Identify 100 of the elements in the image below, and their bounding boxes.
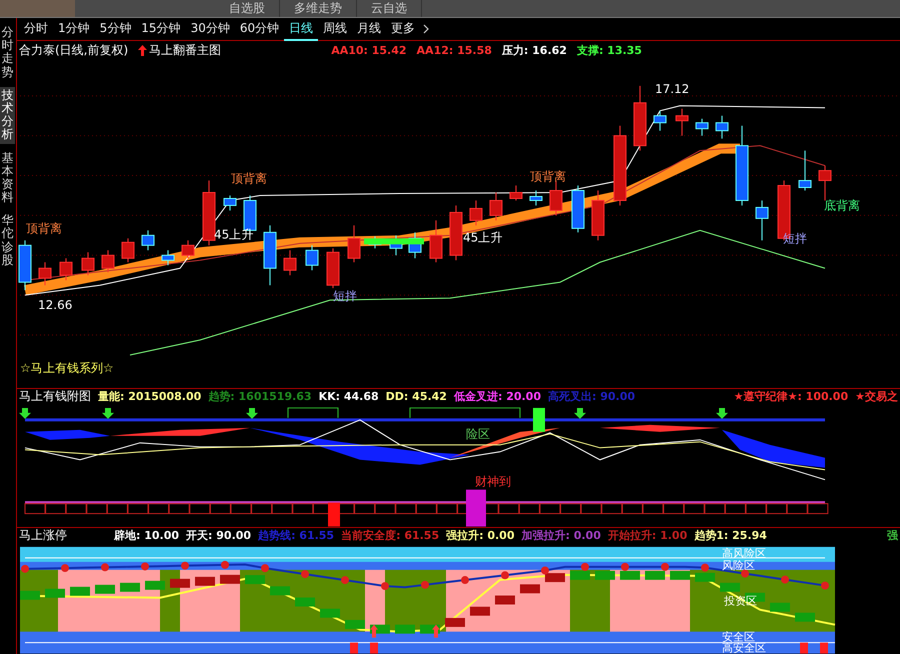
candlestick — [264, 224, 276, 286]
down-arrow-icon — [19, 408, 31, 419]
chart-annotation: 短拌 — [333, 289, 358, 304]
marker-bar — [370, 643, 378, 654]
candlestick — [470, 200, 482, 226]
candlestick — [654, 110, 666, 132]
candlestick — [348, 224, 360, 263]
candlestick — [224, 195, 236, 211]
candlestick — [510, 185, 522, 201]
period-tab[interactable]: 1分钟 — [53, 18, 95, 40]
indicator-value: 辟地: 10.00 — [114, 529, 180, 542]
period-tab[interactable]: 更多 — [386, 18, 420, 40]
side-tab[interactable]: 分时走势 — [0, 24, 15, 81]
indicator-value: 趋势: 1601519.63 — [208, 390, 312, 403]
chart-annotation: 17.12 — [655, 82, 690, 96]
candlestick — [284, 250, 296, 276]
indicator-value: 支撑: 13.35 — [576, 43, 642, 58]
candlestick — [634, 85, 646, 152]
down-arrow-icon — [716, 408, 728, 419]
candlestick — [430, 220, 442, 263]
period-tab[interactable]: 日线 — [284, 18, 318, 40]
indicator-value: 高死叉出: 90.00 — [548, 390, 636, 403]
indicator-value: 强拉升: 0.00 — [446, 529, 514, 542]
candlestick — [756, 200, 768, 241]
candlestick — [38, 262, 52, 286]
candlestick — [530, 190, 542, 206]
indicator-value: 低金叉进: 20.00 — [454, 390, 541, 403]
up-arrow-icon — [138, 45, 148, 56]
indicator-value: 开天: 90.00 — [186, 529, 252, 542]
chart-annotation: 财神到 — [475, 474, 512, 489]
candlestick — [450, 204, 462, 261]
indicator-value: AA10: 15.42 — [331, 44, 407, 57]
candlestick — [716, 115, 728, 140]
signal-bar — [533, 408, 545, 432]
indicator-value: 趋势线: 61.55 — [258, 529, 334, 542]
candlestick — [102, 250, 114, 273]
chart-annotation: 底背离 — [824, 198, 860, 212]
up-arrow-icon — [432, 625, 440, 638]
chevron-right-icon[interactable] — [422, 24, 430, 34]
candlestick — [182, 240, 194, 259]
candlestick — [592, 190, 604, 241]
side-tab[interactable]: 技术分析 — [0, 86, 15, 144]
candlestick — [18, 240, 32, 291]
period-tab[interactable]: 周线 — [318, 18, 352, 40]
indicator-value: 强 — [887, 529, 898, 542]
candlestick — [162, 250, 174, 266]
indicator-value: ★遵守纪律★: 100.00 — [734, 390, 848, 403]
candlestick — [696, 118, 708, 136]
candlestick — [306, 244, 318, 271]
period-tab[interactable]: 30分钟 — [186, 18, 235, 40]
marker-bar — [800, 643, 808, 654]
candlestick — [818, 165, 832, 201]
candlestick — [490, 192, 502, 221]
candlestick — [676, 108, 688, 136]
down-arrow-icon — [574, 408, 586, 419]
marker-bar — [350, 643, 358, 654]
period-tab[interactable]: 15分钟 — [136, 18, 186, 40]
candlestick — [202, 180, 216, 246]
candlestick — [142, 230, 154, 251]
chart-annotation: 45上升 — [463, 230, 502, 244]
marker-bar — [820, 643, 828, 654]
chart-annotation: 短拌 — [783, 231, 808, 246]
indicator-value: 开始拉升: 1.00 — [608, 529, 688, 542]
stock-title: 合力泰(日线,前复权) — [19, 42, 128, 59]
signal-bar — [328, 502, 340, 526]
chart-annotation: 顶背离 — [231, 172, 268, 186]
period-tab[interactable]: 分时 — [19, 18, 53, 40]
chart-annotation: 险区 — [466, 426, 490, 441]
indicator-name: 马上涨停 — [19, 529, 67, 542]
side-tab[interactable]: 华佗诊股 — [0, 212, 15, 269]
zone-label: 风险区 — [722, 559, 756, 572]
indicator-value: ★交易之 — [855, 390, 898, 403]
indicator-value: 量能: 2015008.00 — [98, 390, 202, 403]
indicator-value: 趋势1: 25.94 — [694, 529, 767, 542]
period-tab[interactable]: 5分钟 — [94, 18, 136, 40]
candlestick — [326, 248, 340, 289]
candlestick — [122, 238, 134, 263]
indicator-value: AA12: 15.58 — [416, 44, 492, 57]
indicator-value: 压力: 16.62 — [502, 43, 567, 58]
period-tab[interactable]: 月线 — [352, 18, 386, 40]
indicator-value: DD: 45.42 — [386, 390, 447, 403]
down-arrow-icon — [102, 408, 114, 419]
indicator-value: 加强拉升: 0.00 — [522, 529, 601, 542]
down-arrow-icon — [246, 408, 258, 419]
signal-bar — [466, 490, 486, 526]
chart-annotation: 顶背离 — [530, 170, 566, 184]
chart-annotation: 顶背离 — [26, 221, 62, 236]
indicator-name: 马上有钱附图 — [19, 390, 91, 403]
candlestick — [82, 252, 94, 276]
indicator-value: 当前安全度: 61.55 — [341, 529, 440, 542]
candlestick — [798, 150, 812, 191]
chart-annotation: 12.66 — [38, 298, 72, 312]
indicator-name: 马上翻番主图 — [149, 42, 222, 59]
series-label: ☆马上有钱系列☆ — [20, 360, 114, 375]
candlestick — [60, 258, 72, 281]
zone-label: 高安全区 — [722, 642, 766, 654]
indicator-value: KK: 44.68 — [318, 390, 379, 403]
period-tab[interactable]: 60分钟 — [234, 18, 284, 40]
zone-label: 安全区 — [722, 631, 756, 644]
candlestick — [572, 185, 584, 233]
